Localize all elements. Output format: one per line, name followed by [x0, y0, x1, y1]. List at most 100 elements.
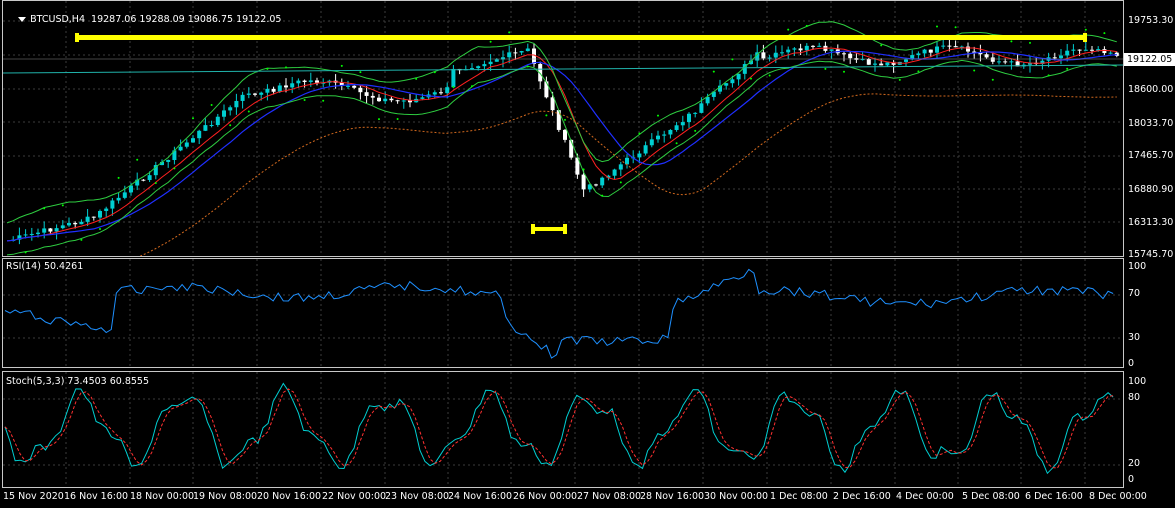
candle-body	[817, 45, 822, 47]
stoch-plot[interactable]	[2, 371, 1124, 488]
candle-body	[215, 116, 220, 125]
rsi-axis[interactable]: 100 70 30 0	[1124, 258, 1175, 369]
parabolic-sar-dot	[880, 44, 883, 47]
candle-body	[395, 100, 400, 102]
candle-body	[476, 66, 481, 69]
stoch-canvas[interactable]	[3, 372, 1123, 487]
parabolic-sar-dot	[564, 118, 566, 121]
candle-body	[60, 225, 65, 229]
stoch-axis[interactable]: 100 80 20 0	[1124, 371, 1175, 488]
stoch-tick: 20	[1128, 458, 1141, 469]
time-axis[interactable]: 15 Nov 2020 16 Nov 16:00 18 Nov 00:00 19…	[0, 488, 1175, 508]
candle-body	[687, 113, 691, 123]
parabolic-sar-dot	[210, 103, 213, 106]
candle-body	[798, 48, 803, 51]
candle-body	[879, 63, 884, 66]
candle-body	[947, 45, 952, 47]
candle-body	[625, 157, 629, 165]
candle-body	[209, 124, 214, 126]
parabolic-sar-dot	[898, 78, 901, 81]
ohlc-values: 19287.06 19288.09 19086.75 19122.05	[91, 14, 282, 25]
parabolic-sar-dot	[991, 78, 994, 81]
parabolic-sar-dot	[1066, 67, 1069, 70]
candle-body	[116, 197, 121, 201]
parabolic-sar-dot	[694, 129, 697, 132]
candle-body	[265, 88, 270, 93]
candle-body	[432, 92, 437, 95]
candle-body	[191, 138, 195, 143]
candle-body	[637, 153, 642, 158]
resistance-level-cap	[1083, 33, 1087, 42]
candle-body	[98, 210, 102, 218]
price-chart-canvas[interactable]	[3, 1, 1123, 256]
parabolic-sar-dot	[619, 181, 622, 184]
stoch-main-line	[4, 382, 1114, 475]
candle-body	[284, 85, 288, 88]
parabolic-sar-dot	[433, 71, 436, 74]
candle-body	[122, 192, 127, 198]
time-tick: 28 Nov 16:00	[640, 491, 705, 502]
candle-body	[829, 49, 834, 51]
candle-body	[439, 92, 443, 94]
parabolic-sar-dot	[638, 132, 641, 135]
candle-body	[842, 53, 846, 55]
candle-body	[73, 222, 78, 225]
parabolic-sar-dot	[787, 28, 790, 31]
parabolic-sar-dot	[1047, 74, 1050, 77]
parabolic-sar-dot	[247, 110, 250, 113]
rsi-plot[interactable]	[2, 258, 1124, 368]
candle-body	[408, 100, 412, 103]
candle-body	[618, 164, 623, 170]
parabolic-sar-dot	[471, 85, 473, 88]
rsi-canvas[interactable]	[3, 259, 1123, 367]
ma-slow-line	[6, 50, 1117, 242]
candle-body	[346, 85, 350, 87]
main-chart-pane[interactable]: BTCUSD,H4 19287.06 19288.09 19086.75 191…	[0, 0, 1175, 260]
parabolic-sar-dot	[750, 77, 752, 80]
parabolic-sar-dot	[117, 176, 120, 179]
rsi-pane[interactable]: RSI(14) 50.4261 100 70 30 0	[0, 258, 1175, 369]
dropdown-triangle-icon[interactable]	[18, 17, 27, 22]
symbol-label: BTCUSD,H4	[30, 14, 85, 25]
candle-body	[668, 129, 673, 135]
price-tick: 19753.30	[1128, 15, 1174, 26]
candle-body	[928, 49, 933, 53]
stoch-label: Stoch(5,3,3) 73.4503 60.8555	[6, 376, 150, 387]
trend-line	[3, 64, 1123, 74]
candle-body	[308, 80, 313, 82]
candle-body	[482, 64, 487, 67]
candle-body	[662, 134, 667, 136]
candle-body	[370, 95, 375, 98]
candle-body	[904, 59, 908, 62]
candle-body	[228, 107, 233, 111]
candle-body	[1102, 49, 1107, 54]
candle-body	[23, 234, 28, 236]
candle-body	[488, 61, 493, 65]
candle-body	[253, 93, 257, 95]
candle-body	[296, 80, 301, 84]
candle-body	[544, 81, 549, 98]
main-chart-plot[interactable]	[2, 0, 1124, 257]
time-tick: 15 Nov 2020	[3, 491, 64, 502]
parabolic-sar-dot	[266, 67, 269, 70]
candle-body	[110, 200, 115, 209]
candle-body	[997, 61, 1001, 63]
parabolic-sar-dot	[582, 168, 585, 171]
time-tick: 19 Nov 08:00	[193, 491, 258, 502]
parabolic-sar-dot	[1010, 40, 1013, 43]
candle-body	[736, 73, 741, 80]
candle-body	[240, 94, 245, 101]
candle-body	[724, 83, 729, 86]
candle-body	[470, 68, 474, 70]
price-axis[interactable]: 19753.30 18600.00 18033.70 17465.70 1688…	[1124, 0, 1175, 260]
stoch-pane[interactable]: Stoch(5,3,3) 73.4503 60.8555 100 80 20 0	[0, 371, 1175, 488]
parabolic-sar-dot	[340, 64, 343, 67]
candle-body	[420, 97, 425, 99]
time-tick: 1 Dec 08:00	[770, 491, 828, 502]
candle-body	[767, 57, 772, 59]
candle-body	[649, 139, 654, 146]
candle-body	[1077, 49, 1082, 51]
candle-body	[699, 103, 704, 113]
candle-body	[389, 98, 394, 101]
candle-body	[594, 184, 598, 186]
